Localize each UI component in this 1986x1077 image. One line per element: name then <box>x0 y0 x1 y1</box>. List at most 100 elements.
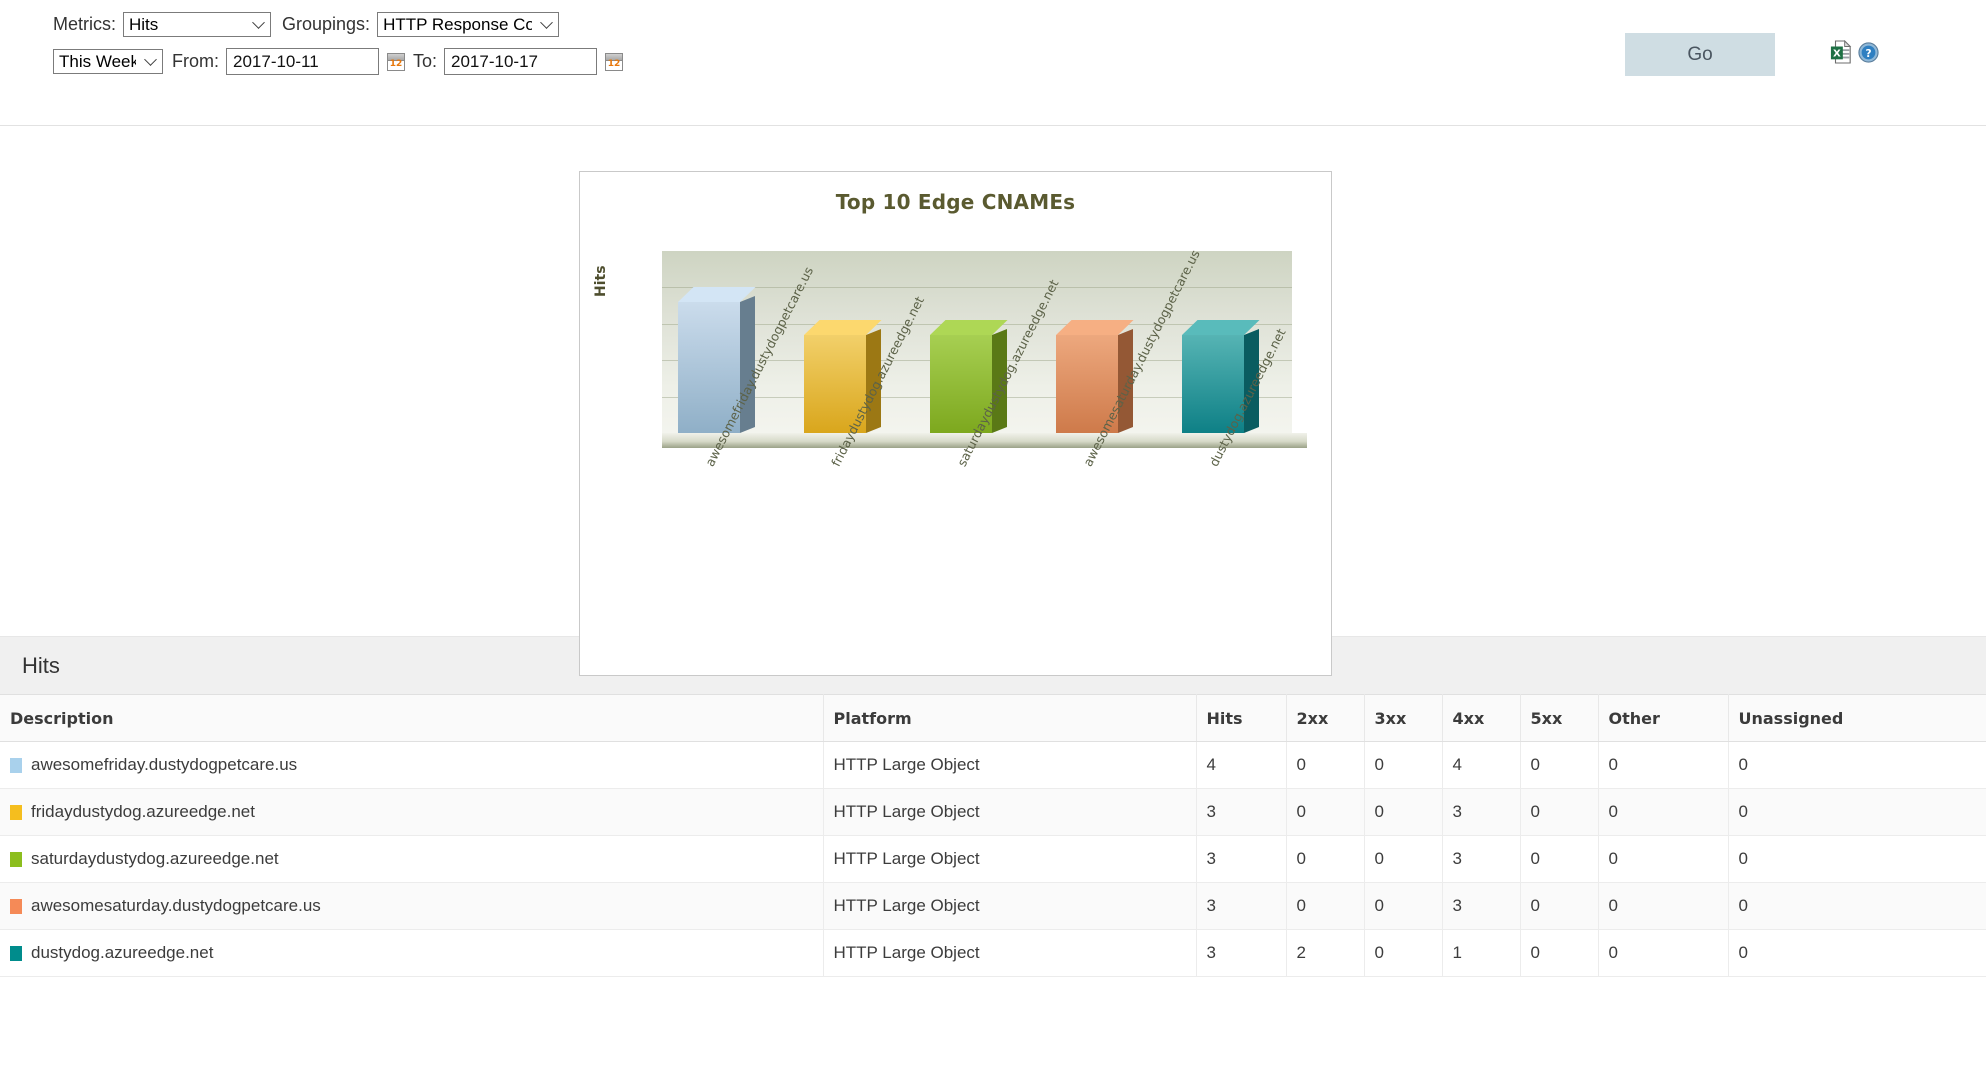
column-header-unassigned[interactable]: Unassigned <box>1728 694 1986 742</box>
cell-hits: 3 <box>1196 929 1287 977</box>
cell-2xx: 2 <box>1286 929 1365 977</box>
cell-other: 0 <box>1598 741 1729 789</box>
cell-platform: HTTP Large Object <box>823 741 1197 789</box>
column-header-3xx[interactable]: 3xx <box>1364 694 1443 742</box>
cell-other: 0 <box>1598 835 1729 883</box>
cell-4xx: 3 <box>1442 788 1521 836</box>
legend-swatch <box>10 898 22 914</box>
from-label: From: <box>172 51 219 71</box>
section-title: Hits <box>22 652 60 678</box>
table-header: Description Platform Hits 2xx 3xx 4xx 5x… <box>0 694 1986 742</box>
cell-5xx: 0 <box>1520 882 1599 930</box>
cell-3xx: 0 <box>1364 741 1443 789</box>
cell-2xx: 0 <box>1286 788 1365 836</box>
cell-description: dustydog.azureedge.net <box>0 929 824 977</box>
cell-2xx: 0 <box>1286 741 1365 789</box>
y-axis-label: Hits <box>593 265 609 297</box>
report-toolbar: Metrics: Hits Groupings: HTTP Response C… <box>0 0 1986 126</box>
table-row[interactable]: fridaydustydog.azureedge.net HTTP Large O… <box>0 788 1986 836</box>
cell-unassigned: 0 <box>1728 882 1986 930</box>
chart-title: Top 10 Edge CNAMEs <box>835 190 1076 214</box>
toolbar-icon-group: X ? <box>1830 40 1879 64</box>
cell-hits: 3 <box>1196 835 1287 883</box>
cell-description: fridaydustydog.azureedge.net <box>0 788 824 836</box>
description-label: saturdaydustydog.azureedge.net <box>31 849 279 868</box>
cell-other: 0 <box>1598 929 1729 977</box>
cell-other: 0 <box>1598 882 1729 930</box>
groupings-select-wrapper: HTTP Response Codes <box>377 12 560 37</box>
cell-4xx: 3 <box>1442 882 1521 930</box>
go-button[interactable]: Go <box>1625 33 1775 76</box>
table-row[interactable]: awesomefriday.dustydogpetcare.us HTTP Lar… <box>0 741 1986 789</box>
svg-text:X: X <box>1833 49 1841 60</box>
cell-platform: HTTP Large Object <box>823 882 1197 930</box>
table-row[interactable]: awesomesaturday.dustydogpetcare.us HTTP L… <box>0 882 1986 930</box>
cell-unassigned: 0 <box>1728 835 1986 883</box>
metrics-select-wrapper: Hits <box>123 12 271 37</box>
cell-hits: 3 <box>1196 882 1287 930</box>
chart-container: Top 10 Edge CNAMEs Hits awesomefriday.du… <box>579 171 1332 676</box>
svg-text:?: ? <box>1865 47 1871 59</box>
date-range-select[interactable]: This Week <box>53 49 163 74</box>
chart-region: Top 10 Edge CNAMEs Hits awesomefriday.du… <box>0 126 1986 676</box>
cell-description: saturdaydustydog.azureedge.net <box>0 835 824 883</box>
cell-2xx: 0 <box>1286 835 1365 883</box>
chart-bars-layer <box>662 251 1292 433</box>
cell-platform: HTTP Large Object <box>823 835 1197 883</box>
description-label: dustydog.azureedge.net <box>31 943 214 962</box>
chart-x-axis-labels: awesomefriday.dustydogpetcare.us fridaydu… <box>662 247 1292 652</box>
cell-5xx: 0 <box>1520 929 1599 977</box>
column-header-description[interactable]: Description <box>0 694 824 742</box>
column-header-platform[interactable]: Platform <box>823 694 1197 742</box>
cell-other: 0 <box>1598 788 1729 836</box>
description-label: fridaydustydog.azureedge.net <box>31 802 255 821</box>
calendar-icon[interactable] <box>387 52 405 71</box>
cell-hits: 4 <box>1196 741 1287 789</box>
cell-2xx: 0 <box>1286 882 1365 930</box>
column-header-2xx[interactable]: 2xx <box>1286 694 1365 742</box>
groupings-label: Groupings: <box>282 14 371 34</box>
table-header-row: Description Platform Hits 2xx 3xx 4xx 5x… <box>0 694 1986 742</box>
column-header-4xx[interactable]: 4xx <box>1442 694 1521 742</box>
cell-unassigned: 0 <box>1728 788 1986 836</box>
cell-3xx: 0 <box>1364 929 1443 977</box>
cell-3xx: 0 <box>1364 882 1443 930</box>
table-row[interactable]: dustydog.azureedge.net HTTP Large Object 3… <box>0 929 1986 977</box>
table-row[interactable]: saturdaydustydog.azureedge.net HTTP Large… <box>0 835 1986 883</box>
cell-3xx: 0 <box>1364 835 1443 883</box>
to-date-input[interactable] <box>444 48 598 75</box>
cell-unassigned: 0 <box>1728 929 1986 977</box>
cell-5xx: 0 <box>1520 835 1599 883</box>
column-header-other[interactable]: Other <box>1598 694 1729 742</box>
cell-4xx: 3 <box>1442 835 1521 883</box>
chart-floor <box>662 433 1307 448</box>
cell-3xx: 0 <box>1364 788 1443 836</box>
metrics-label: Metrics: <box>53 14 116 34</box>
cell-5xx: 0 <box>1520 741 1599 789</box>
cell-platform: HTTP Large Object <box>823 929 1197 977</box>
to-label: To: <box>413 51 438 71</box>
legend-swatch <box>10 804 22 820</box>
cell-description: awesomefriday.dustydogpetcare.us <box>0 741 824 789</box>
cell-4xx: 1 <box>1442 929 1521 977</box>
legend-swatch <box>10 757 22 773</box>
range-select-wrapper: This Week <box>53 49 163 74</box>
help-icon[interactable]: ? <box>1858 41 1879 63</box>
table-body: awesomefriday.dustydogpetcare.us HTTP Lar… <box>0 741 1986 977</box>
column-header-hits[interactable]: Hits <box>1196 694 1287 742</box>
legend-swatch <box>10 945 22 961</box>
legend-swatch <box>10 851 22 867</box>
from-date-input[interactable] <box>226 48 379 75</box>
cell-5xx: 0 <box>1520 788 1599 836</box>
metrics-table: Description Platform Hits 2xx 3xx 4xx 5x… <box>0 694 1986 977</box>
description-label: awesomesaturday.dustydogpetcare.us <box>31 896 321 915</box>
excel-export-icon[interactable]: X <box>1830 40 1852 64</box>
cell-unassigned: 0 <box>1728 741 1986 789</box>
cell-description: awesomesaturday.dustydogpetcare.us <box>0 882 824 930</box>
cell-platform: HTTP Large Object <box>823 788 1197 836</box>
groupings-select[interactable]: HTTP Response Codes <box>377 12 560 37</box>
calendar-icon[interactable] <box>605 52 624 71</box>
metrics-select[interactable]: Hits <box>123 12 271 37</box>
column-header-5xx[interactable]: 5xx <box>1520 694 1599 742</box>
description-label: awesomefriday.dustydogpetcare.us <box>31 755 298 774</box>
